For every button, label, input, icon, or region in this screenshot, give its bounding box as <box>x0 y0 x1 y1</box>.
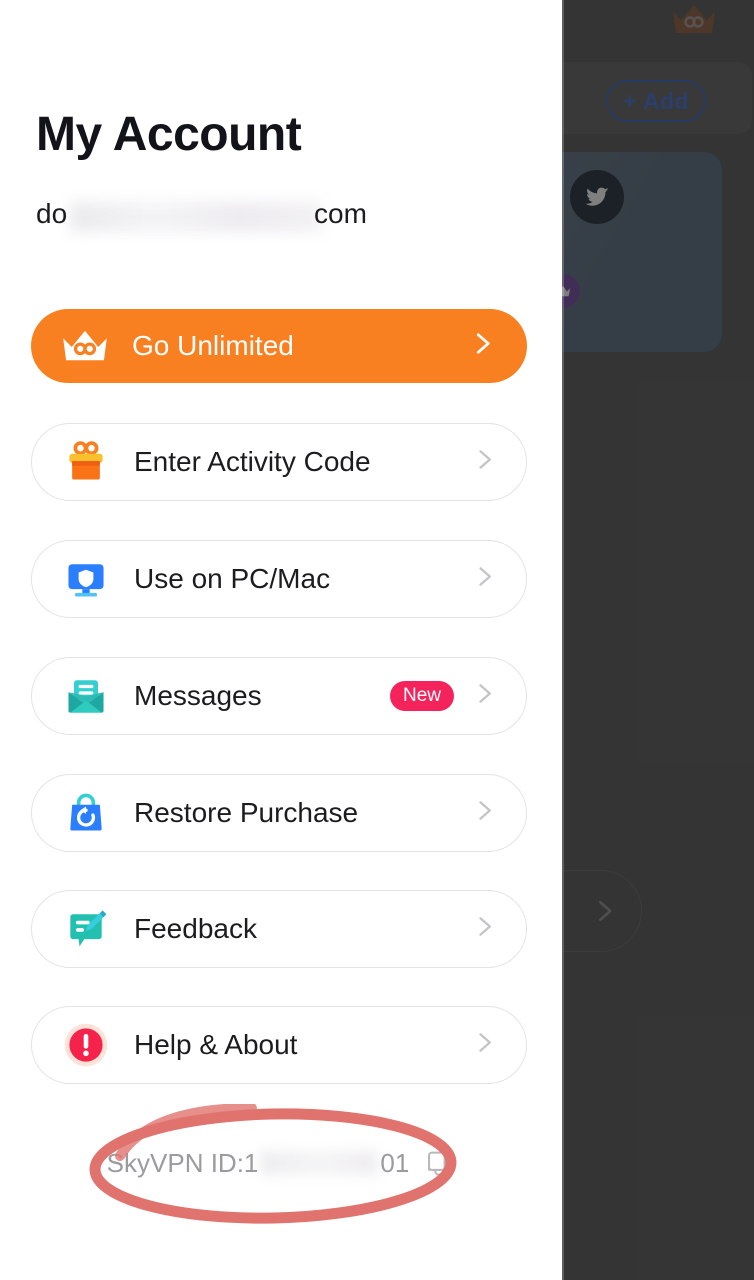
chevron-right-icon <box>470 1029 498 1062</box>
skyvpn-id-suffix: 01 <box>380 1147 410 1178</box>
background-app-content: + Add S <box>562 0 754 1280</box>
menu-item-label: Feedback <box>134 913 257 944</box>
chevron-right-icon <box>470 913 498 946</box>
skyvpn-id-redaction-blur <box>260 1151 379 1175</box>
monitor-shield-icon <box>60 553 112 605</box>
speech-bubble-pencil-icon <box>60 903 112 955</box>
gift-box-icon <box>60 436 112 488</box>
email-suffix: com <box>314 198 367 229</box>
menu-item-label: Enter Activity Code <box>134 446 371 477</box>
chevron-right-icon <box>470 446 498 479</box>
menu-item-restore-purchase[interactable]: Restore Purchase <box>31 774 527 852</box>
status-badge: New <box>389 681 454 711</box>
menu-item-label: Restore Purchase <box>134 797 359 828</box>
copy-icon[interactable] <box>425 1148 455 1178</box>
go-unlimited-label: Go Unlimited <box>132 330 294 361</box>
account-drawer-panel: My Account do com Go Unlimited Enter Act… <box>0 0 562 1280</box>
dim-overlay <box>562 0 754 1280</box>
email-prefix: do <box>36 198 68 229</box>
chevron-right-icon <box>467 329 497 364</box>
chevron-right-icon <box>470 563 498 596</box>
envelope-icon <box>60 670 112 722</box>
page-title: My Account <box>36 108 302 161</box>
skyvpn-id-row[interactable]: SkyVPN ID:1 01 <box>0 1128 562 1198</box>
shopping-bag-restore-icon <box>60 787 112 839</box>
menu-item-activity-code[interactable]: Enter Activity Code <box>31 423 527 501</box>
menu-item-use-on-pc-mac[interactable]: Use on PC/Mac <box>31 540 527 618</box>
menu-item-help-about[interactable]: Help & About <box>31 1006 527 1084</box>
menu-item-label: Messages <box>134 680 262 711</box>
skyvpn-id-text: SkyVPN ID:1 01 <box>107 1148 456 1179</box>
menu-item-label: Help & About <box>134 1029 298 1060</box>
drawer-edge-divider <box>562 0 564 1280</box>
go-unlimited-button[interactable]: Go Unlimited <box>31 309 527 383</box>
exclamation-circle-icon <box>60 1019 112 1071</box>
menu-item-messages[interactable]: Messages New <box>31 657 527 735</box>
skyvpn-id-prefix: SkyVPN ID:1 <box>106 1147 259 1178</box>
account-email: do com <box>36 198 436 236</box>
email-redaction-blur <box>70 202 322 232</box>
menu-item-label: Use on PC/Mac <box>134 563 331 594</box>
chevron-right-icon <box>470 797 498 830</box>
menu-item-feedback[interactable]: Feedback <box>31 890 527 968</box>
chevron-right-icon <box>470 680 498 713</box>
crown-infinity-icon <box>60 328 110 364</box>
